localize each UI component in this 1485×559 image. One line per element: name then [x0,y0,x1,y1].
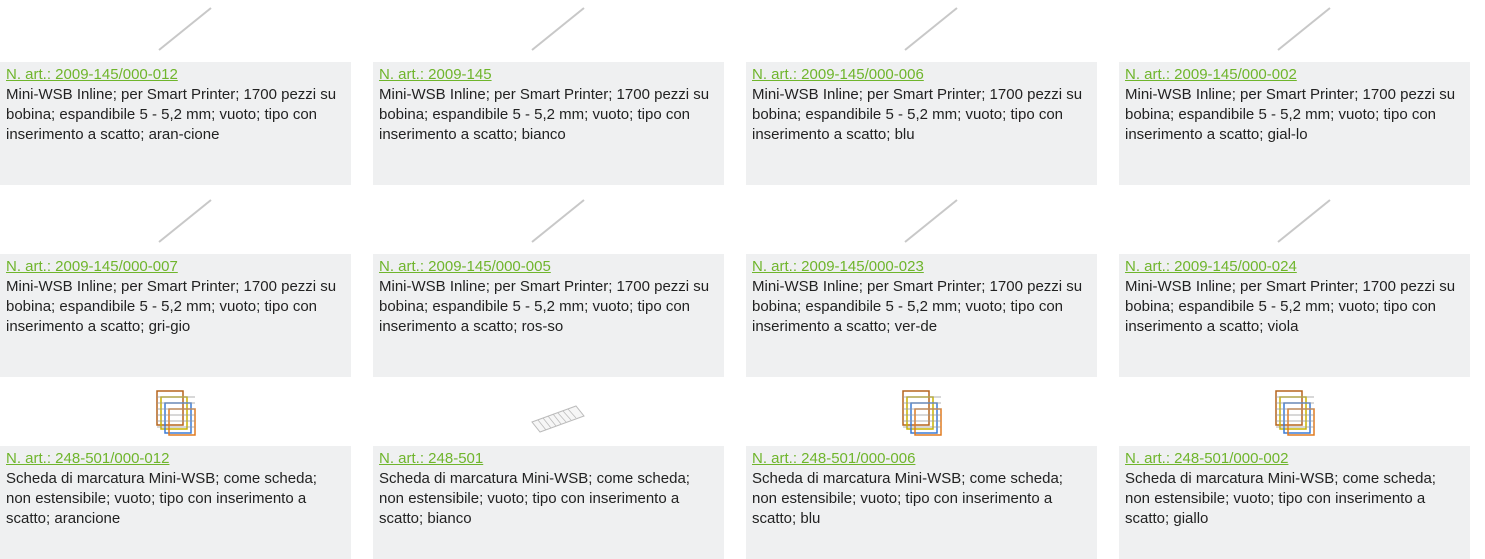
article-number-link[interactable]: N. art.: 248-501 [379,450,483,468]
product-thumbnail[interactable] [373,384,724,446]
article-number-link[interactable]: N. art.: 2009-145/000-005 [379,258,551,276]
product-thumbnail[interactable] [0,192,351,254]
product-info: N. art.: 2009-145 Mini-WSB Inline; per S… [373,62,724,185]
product-thumbnail[interactable] [373,192,724,254]
strip-line-icon [1277,199,1331,243]
strip-line-icon [904,7,958,51]
article-number-link[interactable]: N. art.: 2009-145/000-024 [1125,258,1297,276]
product-thumbnail[interactable] [1119,192,1470,254]
strip-line-icon [158,199,212,243]
product-thumbnail[interactable] [1119,384,1470,446]
article-number-link[interactable]: N. art.: 2009-145/000-007 [6,258,178,276]
strip-line-icon [158,7,212,51]
product-info: N. art.: 2009-145/000-012 Mini-WSB Inlin… [0,62,351,185]
article-number-link[interactable]: N. art.: 2009-145 [379,66,492,84]
marker-card-white-icon [531,405,585,433]
product-thumbnail[interactable] [0,384,351,446]
product-info: N. art.: 248-501/000-002 Scheda di marca… [1119,446,1470,559]
product-thumbnail[interactable] [373,0,724,62]
product-info: N. art.: 2009-145/000-002 Mini-WSB Inlin… [1119,62,1470,185]
product-info: N. art.: 2009-145/000-023 Mini-WSB Inlin… [746,254,1097,377]
product-thumbnail[interactable] [746,0,1097,62]
product-info: N. art.: 2009-145/000-006 Mini-WSB Inlin… [746,62,1097,185]
article-number-link[interactable]: N. art.: 248-501/000-002 [1125,450,1288,468]
product-info: N. art.: 248-501/000-012 Scheda di marca… [0,446,351,559]
product-info: N. art.: 2009-145/000-024 Mini-WSB Inlin… [1119,254,1470,377]
marker-card-stack-icon [156,390,196,436]
product-description: Scheda di marcatura Mini-WSB; come sched… [6,470,317,527]
product-description: Scheda di marcatura Mini-WSB; come sched… [1125,470,1436,527]
article-number-link[interactable]: N. art.: 248-501/000-006 [752,450,915,468]
product-description: Mini-WSB Inline; per Smart Printer; 1700… [6,278,337,335]
product-info: N. art.: 248-501/000-006 Scheda di marca… [746,446,1097,559]
article-number-link[interactable]: N. art.: 2009-145/000-012 [6,66,178,84]
product-description: Scheda di marcatura Mini-WSB; come sched… [379,470,690,527]
product-info: N. art.: 2009-145/000-005 Mini-WSB Inlin… [373,254,724,377]
product-thumbnail[interactable] [0,0,351,62]
product-info: N. art.: 248-501 Scheda di marcatura Min… [373,446,724,559]
strip-line-icon [531,199,585,243]
product-info: N. art.: 2009-145/000-007 Mini-WSB Inlin… [0,254,351,377]
strip-line-icon [904,199,958,243]
product-description: Mini-WSB Inline; per Smart Printer; 1700… [379,278,710,335]
product-description: Scheda di marcatura Mini-WSB; come sched… [752,470,1063,527]
product-description: Mini-WSB Inline; per Smart Printer; 1700… [752,86,1083,143]
article-number-link[interactable]: N. art.: 2009-145/000-006 [752,66,924,84]
product-description: Mini-WSB Inline; per Smart Printer; 1700… [1125,278,1456,335]
article-number-link[interactable]: N. art.: 2009-145/000-002 [1125,66,1297,84]
product-thumbnail[interactable] [746,192,1097,254]
strip-line-icon [531,7,585,51]
marker-card-stack-icon [1275,390,1315,436]
product-description: Mini-WSB Inline; per Smart Printer; 1700… [6,86,337,143]
strip-line-icon [1277,7,1331,51]
article-number-link[interactable]: N. art.: 2009-145/000-023 [752,258,924,276]
product-thumbnail[interactable] [1119,0,1470,62]
article-number-link[interactable]: N. art.: 248-501/000-012 [6,450,169,468]
product-thumbnail[interactable] [746,384,1097,446]
product-description: Mini-WSB Inline; per Smart Printer; 1700… [752,278,1083,335]
marker-card-stack-icon [902,390,942,436]
product-description: Mini-WSB Inline; per Smart Printer; 1700… [1125,86,1456,143]
product-description: Mini-WSB Inline; per Smart Printer; 1700… [379,86,710,143]
